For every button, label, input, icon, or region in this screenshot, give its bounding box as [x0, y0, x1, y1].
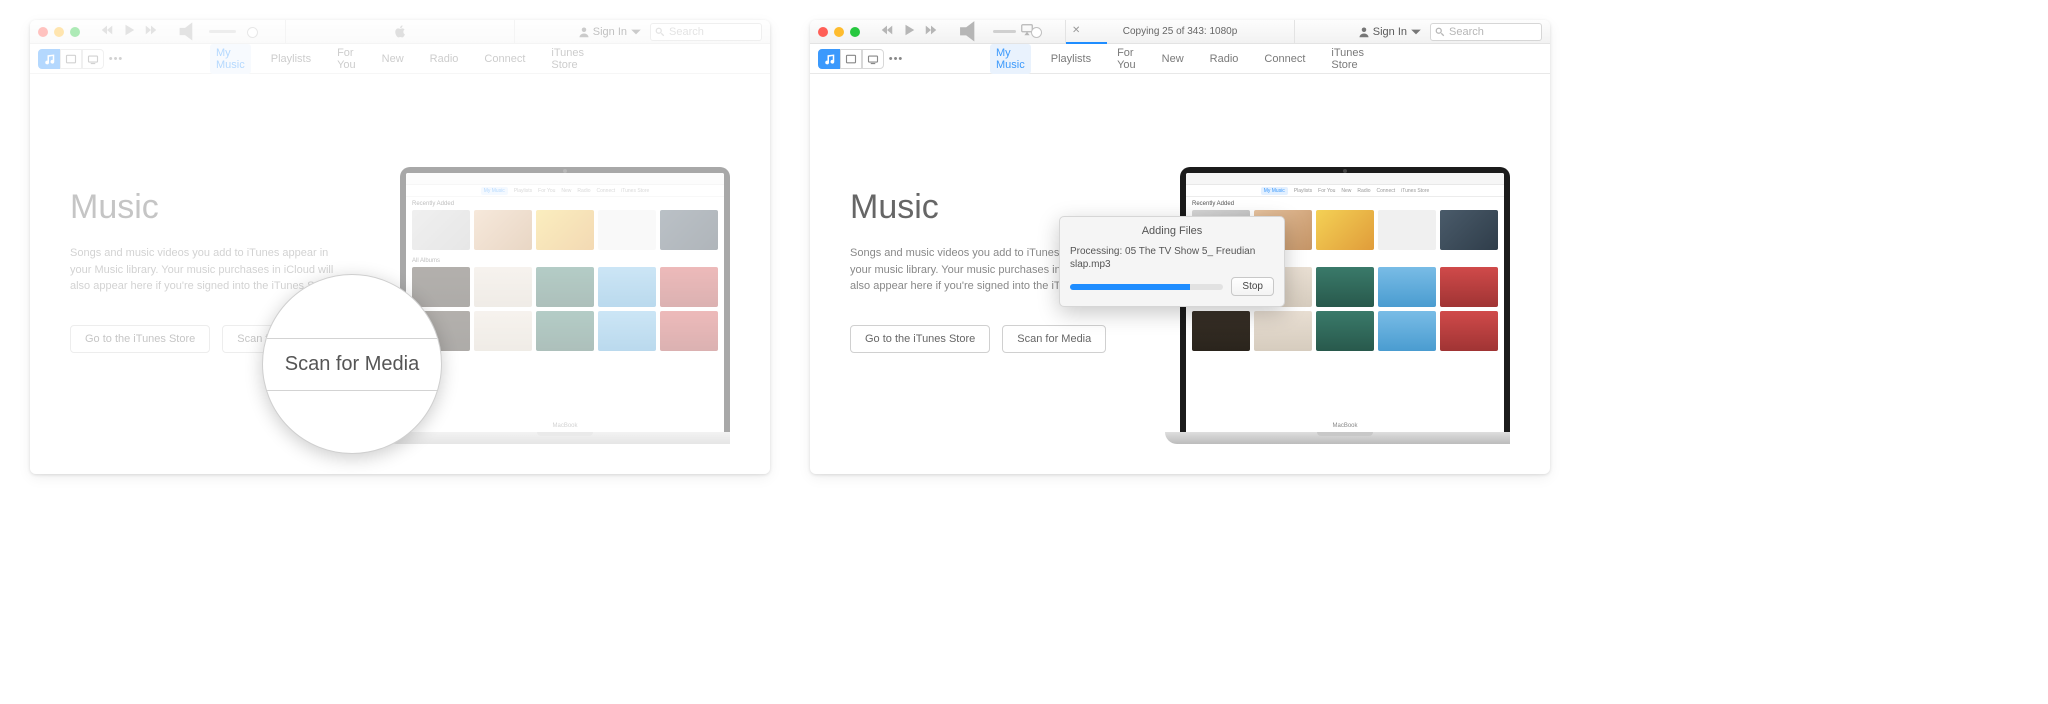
minimize-window-button[interactable]: [834, 27, 844, 37]
nav-playlists[interactable]: Playlists: [265, 50, 317, 68]
dialog-progress: [1070, 284, 1223, 290]
navbar: ••• My Music Playlists For You New Radio…: [810, 44, 1550, 74]
nav-connect[interactable]: Connect: [478, 50, 531, 68]
titlebar: Sign In Search: [30, 20, 770, 44]
nav-for-you[interactable]: For You: [331, 44, 362, 74]
scan-for-media-button[interactable]: Scan for Media: [1002, 325, 1106, 353]
more-media-button[interactable]: •••: [106, 53, 126, 65]
next-track-icon[interactable]: [924, 23, 938, 40]
nav-connect[interactable]: Connect: [1258, 50, 1311, 68]
page-title: Music: [70, 188, 350, 227]
media-type-tabs: [818, 49, 884, 69]
copy-status-label: Copying 25 of 343: 1080p: [1123, 26, 1238, 37]
center-nav: My Music Playlists For You New Radio Con…: [210, 44, 590, 74]
nav-my-music[interactable]: My Music: [210, 44, 251, 74]
lcd-center: ✕ Copying 25 of 343: 1080p: [1065, 20, 1295, 44]
more-media-button[interactable]: •••: [886, 53, 906, 65]
chevron-down-icon: [630, 26, 642, 38]
media-type-tabs: [38, 49, 104, 69]
sign-in-button[interactable]: Sign In: [578, 26, 642, 38]
volume-slider[interactable]: [209, 30, 236, 33]
center-nav: My Music Playlists For You New Radio Con…: [990, 44, 1370, 74]
lcd-center: [285, 20, 515, 44]
next-track-icon[interactable]: [144, 23, 158, 40]
nav-new[interactable]: New: [1156, 50, 1190, 68]
movies-tab[interactable]: [840, 49, 862, 69]
music-tab[interactable]: [38, 49, 60, 69]
nav-playlists[interactable]: Playlists: [1045, 50, 1097, 68]
sign-in-label: Sign In: [593, 26, 627, 38]
sign-in-button[interactable]: Sign In: [1358, 26, 1422, 38]
play-icon[interactable]: [902, 23, 916, 40]
magnifier-label: Scan for Media: [267, 338, 438, 391]
search-placeholder: Search: [669, 26, 704, 38]
search-icon: [655, 27, 665, 37]
tv-tab[interactable]: [862, 49, 884, 69]
prev-track-icon[interactable]: [100, 23, 114, 40]
search-input[interactable]: Search: [650, 23, 762, 41]
playback-controls: [100, 23, 158, 40]
search-placeholder: Search: [1449, 26, 1484, 38]
nav-new[interactable]: New: [376, 50, 410, 68]
music-tab[interactable]: [818, 49, 840, 69]
playback-controls: [880, 23, 938, 40]
prev-track-icon[interactable]: [880, 23, 894, 40]
fullscreen-window-button[interactable]: [70, 27, 80, 37]
go-to-store-button[interactable]: Go to the iTunes Store: [850, 325, 990, 353]
nav-store[interactable]: iTunes Store: [1325, 44, 1370, 74]
nav-radio[interactable]: Radio: [424, 50, 465, 68]
volume-slider[interactable]: [993, 30, 1016, 33]
nav-my-music[interactable]: My Music: [990, 44, 1031, 74]
traffic-lights: [818, 27, 860, 37]
close-window-button[interactable]: [38, 27, 48, 37]
right-window: ✕ Copying 25 of 343: 1080p Sign In Searc…: [810, 20, 1550, 474]
tv-tab[interactable]: [82, 49, 104, 69]
dialog-title: Adding Files: [1070, 225, 1274, 237]
nav-store[interactable]: iTunes Store: [545, 44, 590, 74]
search-input[interactable]: Search: [1430, 23, 1542, 41]
traffic-lights: [38, 27, 80, 37]
stop-button[interactable]: Stop: [1231, 277, 1274, 296]
left-window: Sign In Search ••• My Music Playlists Fo…: [30, 20, 770, 474]
apple-logo-icon: [394, 25, 407, 38]
navbar: ••• My Music Playlists For You New Radio…: [30, 44, 770, 74]
nav-for-you[interactable]: For You: [1111, 44, 1142, 74]
user-icon: [578, 26, 590, 38]
adding-files-dialog: Adding Files Processing: 05 The TV Show …: [1059, 216, 1285, 307]
close-window-button[interactable]: [818, 27, 828, 37]
chevron-down-icon: [1410, 26, 1422, 38]
play-icon[interactable]: [122, 23, 136, 40]
minimize-window-button[interactable]: [54, 27, 64, 37]
fullscreen-window-button[interactable]: [850, 27, 860, 37]
user-icon: [1358, 26, 1370, 38]
nav-radio[interactable]: Radio: [1204, 50, 1245, 68]
magnifier-callout: Scan for Media: [262, 274, 442, 454]
search-icon: [1435, 27, 1445, 37]
volume-control[interactable]: [176, 20, 236, 46]
movies-tab[interactable]: [60, 49, 82, 69]
go-to-store-button[interactable]: Go to the iTunes Store: [70, 325, 210, 353]
dialog-text: Processing: 05 The TV Show 5_ Freudian s…: [1070, 245, 1274, 271]
cancel-copy-icon[interactable]: ✕: [1072, 25, 1085, 38]
volume-icon: [176, 20, 205, 46]
titlebar: ✕ Copying 25 of 343: 1080p Sign In Searc…: [810, 20, 1550, 44]
sign-in-label: Sign In: [1373, 26, 1407, 38]
